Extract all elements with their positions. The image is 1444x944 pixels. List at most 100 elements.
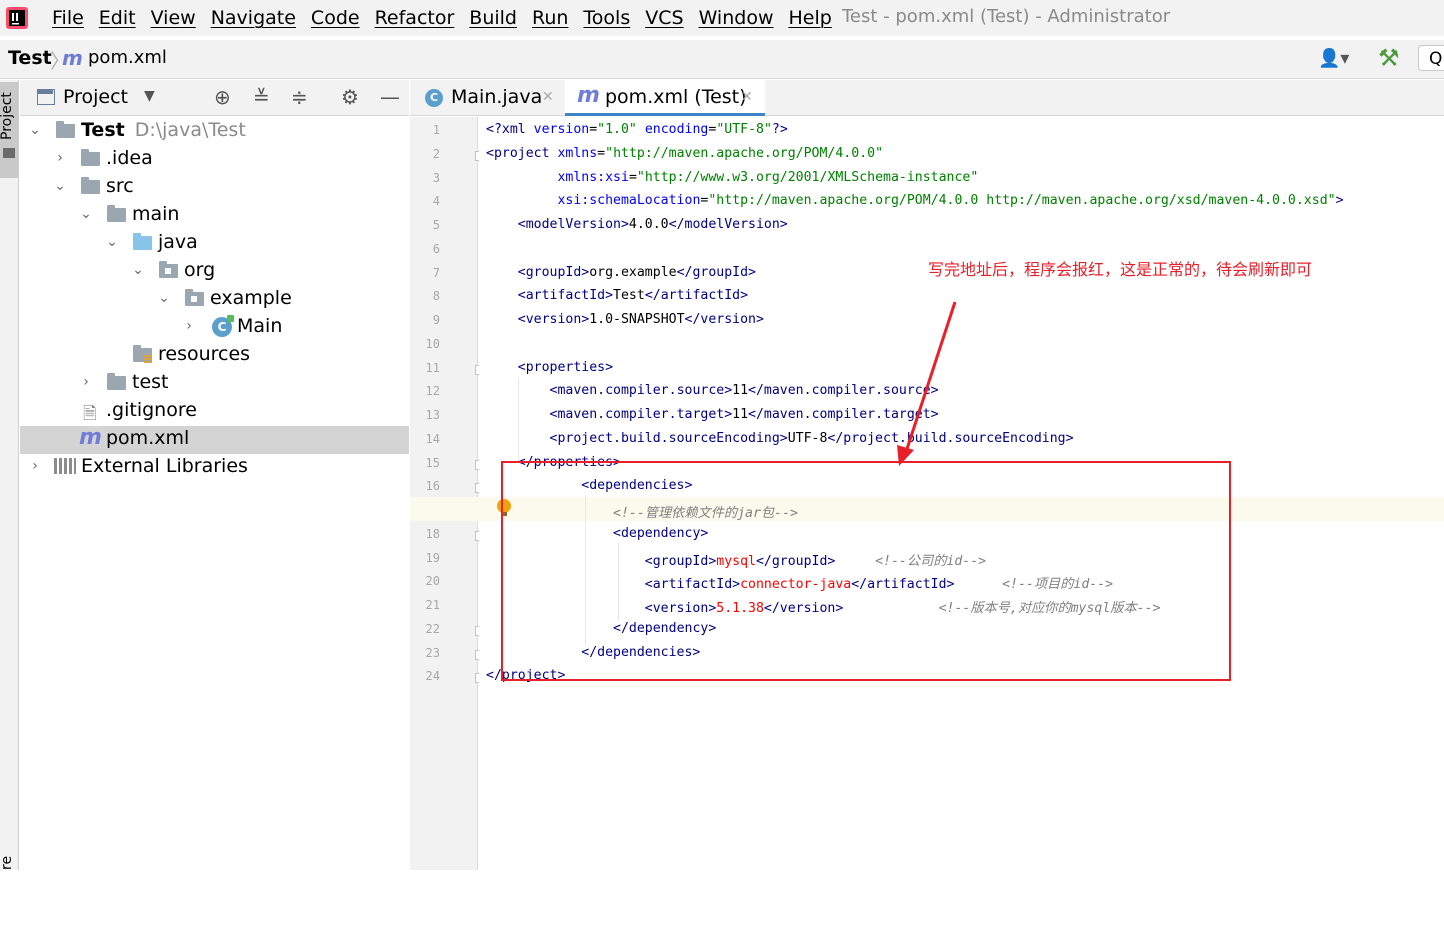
- tab-label: Main.java: [451, 86, 543, 108]
- chevron-right-icon[interactable]: ›: [53, 150, 67, 166]
- code-token: 4.0.0: [628, 217, 669, 232]
- menu-tools[interactable]: Tools: [583, 7, 630, 29]
- code-token: </maven.compiler.source>: [748, 383, 939, 399]
- tree-label: External Libraries: [81, 455, 248, 477]
- tree-item-test-folder[interactable]: › test: [20, 370, 409, 398]
- chevron-down-icon[interactable]: ⌄: [28, 122, 42, 138]
- breadcrumb-project[interactable]: Test: [8, 47, 52, 69]
- code-line: <properties>: [486, 360, 613, 375]
- tree-item-main[interactable]: ⌄ main: [20, 202, 409, 230]
- collapse-all-icon[interactable]: ≑: [291, 85, 308, 109]
- tree-label: org: [184, 259, 216, 281]
- line-number: 24: [425, 669, 440, 684]
- code-line: xmlns:xsi="http://www.w3.org/2001/XMLSch…: [486, 170, 978, 185]
- code-token: "http://maven.apache.org/POM/4.0.0": [605, 145, 884, 161]
- project-view-selector[interactable]: Project: [63, 86, 128, 108]
- code-token: 11: [732, 383, 749, 399]
- code-token: Test: [613, 288, 645, 304]
- code-token: xmlns: [557, 145, 598, 161]
- code-token: <project: [486, 145, 558, 161]
- code-token: <version>: [517, 312, 590, 327]
- menu-run[interactable]: Run: [532, 7, 568, 29]
- tree-item-test[interactable]: ⌄ Test D:\java\Test: [20, 118, 409, 146]
- chevron-down-icon[interactable]: ⌄: [131, 262, 145, 278]
- folder-icon: [81, 177, 100, 194]
- chevron-down-icon[interactable]: ⌄: [53, 178, 67, 194]
- chevron-down-icon[interactable]: ⌄: [157, 290, 171, 306]
- folder-icon: [81, 149, 100, 166]
- minimize-icon[interactable]: —: [380, 85, 400, 109]
- menu-file[interactable]: File: [52, 7, 84, 29]
- tree-label: Test D:\java\Test: [81, 119, 246, 141]
- folder-icon: [3, 148, 15, 158]
- close-icon[interactable]: ✕: [542, 89, 554, 105]
- build-hammer-icon[interactable]: ⚒: [1378, 44, 1400, 72]
- structure-stripe-label[interactable]: re: [0, 856, 15, 870]
- code-token: version: [533, 122, 590, 137]
- code-token: encoding: [644, 122, 709, 137]
- line-number: 21: [425, 598, 440, 612]
- tree-item-org[interactable]: ⌄ org: [20, 258, 409, 286]
- tab-main-java[interactable]: C Main.java ✕: [410, 80, 562, 116]
- tree-item-idea[interactable]: › .idea: [20, 146, 409, 174]
- chevron-right-icon[interactable]: ›: [28, 458, 42, 474]
- intellij-logo-icon[interactable]: [6, 7, 28, 29]
- tree-item-main-class[interactable]: › C Main: [20, 314, 409, 342]
- tree-item-external-libraries[interactable]: › External Libraries: [20, 454, 409, 482]
- project-stripe-label[interactable]: Project: [0, 92, 15, 140]
- tree-item-pom[interactable]: m pom.xml: [20, 425, 409, 454]
- code-line: <groupId>org.example</groupId>: [486, 265, 756, 280]
- indent-guide: [518, 378, 519, 462]
- tab-pom-xml[interactable]: m pom.xml (Test) ✕: [565, 80, 765, 116]
- tree-item-resources[interactable]: resources: [20, 342, 409, 370]
- code-token: xsi:schemaLocation: [557, 193, 701, 209]
- code-line: <maven.compiler.source>11</maven.compile…: [486, 383, 939, 398]
- chevron-right-icon[interactable]: ›: [182, 318, 196, 334]
- code-token: <maven.compiler.target>: [549, 407, 733, 422]
- tree-item-java[interactable]: ⌄ java: [20, 230, 409, 258]
- user-icon[interactable]: 👤▾: [1318, 48, 1349, 69]
- close-icon[interactable]: ✕: [741, 89, 753, 105]
- navigation-bar: Test 〉 m pom.xml 👤▾ ⚒ Q: [0, 40, 1444, 79]
- line-number: 4: [432, 194, 440, 209]
- editor-gutter: 123456789101112131415161718192021222324: [410, 117, 484, 870]
- chevron-down-icon[interactable]: ⌄: [105, 234, 119, 250]
- annotation-text: 写完地址后，程序会报红，这是正常的，待会刷新即可: [928, 260, 1313, 279]
- code-token: <project.build.sourceEncoding>: [549, 430, 788, 446]
- tree-item-gitignore[interactable]: 🗎 .gitignore: [20, 398, 409, 426]
- gear-icon[interactable]: ⚙: [341, 85, 359, 109]
- chevron-right-icon[interactable]: ›: [79, 374, 93, 390]
- breadcrumb-file[interactable]: pom.xml: [88, 47, 167, 68]
- menu-vcs[interactable]: VCS: [645, 7, 683, 29]
- maven-file-icon: m: [577, 83, 600, 108]
- chevron-down-icon[interactable]: ▼: [144, 88, 155, 104]
- menu-refactor[interactable]: Refactor: [375, 7, 455, 29]
- code-token: <modelVersion>: [517, 217, 629, 232]
- line-number: 3: [432, 170, 440, 185]
- expand-all-icon[interactable]: ≚: [253, 85, 270, 109]
- menu-navigate[interactable]: Navigate: [211, 7, 296, 29]
- menu-build[interactable]: Build: [469, 7, 517, 29]
- menu-view[interactable]: View: [151, 7, 196, 29]
- code-token: </version>: [684, 312, 764, 327]
- tree-item-src[interactable]: ⌄ src: [20, 174, 409, 202]
- menu-help[interactable]: Help: [788, 7, 831, 29]
- line-number: 16: [425, 479, 440, 494]
- search-field[interactable]: Q: [1418, 45, 1444, 71]
- folder-icon: [107, 205, 126, 222]
- tree-item-example[interactable]: ⌄ example: [20, 286, 409, 314]
- menu-code[interactable]: Code: [311, 7, 360, 29]
- locate-icon[interactable]: ⊕: [214, 85, 231, 109]
- chevron-down-icon[interactable]: ⌄: [79, 206, 93, 222]
- menu-window[interactable]: Window: [699, 7, 774, 29]
- menu-edit[interactable]: Edit: [99, 7, 136, 29]
- tree-label: main: [132, 203, 180, 225]
- code-line: <artifactId>Test</artifactId>: [486, 288, 748, 303]
- line-number: 9: [432, 313, 440, 327]
- code-token: "UTF-8": [716, 122, 772, 137]
